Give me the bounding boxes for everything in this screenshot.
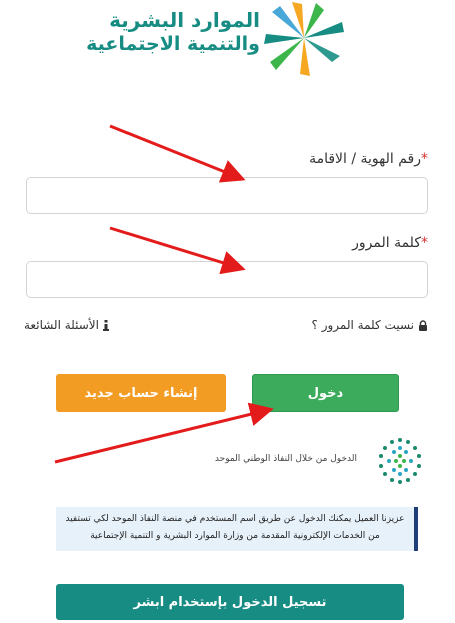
lock-icon: [419, 319, 427, 331]
password-label-text: كلمة المرور: [352, 235, 421, 251]
faq-text: الأسئلة الشائعة: [24, 318, 99, 332]
ministry-logo: الموارد البشرية والتنمية الاجتماعية: [80, 0, 360, 78]
register-button[interactable]: إنشاء حساب جديد: [56, 374, 226, 412]
id-required-mark: *: [421, 151, 428, 167]
logo-line2: والتنمية الاجتماعية: [86, 33, 260, 55]
login-button[interactable]: دخول: [252, 374, 399, 412]
forgot-password-text: نسيت كلمة المرور ؟: [311, 318, 414, 332]
nafath-info-text: عزيزنا العميل يمكنك الدخول عن طريق اسم ا…: [65, 514, 405, 541]
logo-line1: الموارد البشرية: [109, 8, 260, 32]
nafath-info-box: عزيزنا العميل يمكنك الدخول عن طريق اسم ا…: [56, 507, 418, 551]
id-label-text: رقم الهوية / الاقامة: [309, 151, 421, 167]
logo-mark-icon: [264, 2, 344, 76]
forgot-password-link[interactable]: نسيت كلمة المرور ؟: [312, 318, 428, 332]
nafath-logo-icon: [379, 438, 421, 484]
faq-link[interactable]: الأسئلة الشائعة: [24, 318, 109, 332]
nafath-login[interactable]: الدخول من خلال النفاذ الوطني الموحد: [190, 436, 425, 486]
absher-login-button[interactable]: تسجيل الدخول بإستخدام ابشر: [56, 584, 404, 620]
id-input[interactable]: [26, 177, 428, 214]
id-label: *رقم الهوية / الاقامة: [309, 151, 428, 167]
arrow-to-id-field: [109, 124, 246, 183]
logo-text: الموارد البشرية والتنمية الاجتماعية: [80, 8, 260, 56]
nafath-label: الدخول من خلال النفاذ الوطني الموحد: [214, 454, 357, 464]
password-label: *كلمة المرور: [352, 235, 428, 251]
password-input[interactable]: [26, 261, 428, 298]
password-required-mark: *: [421, 235, 428, 251]
info-icon: [103, 319, 109, 331]
